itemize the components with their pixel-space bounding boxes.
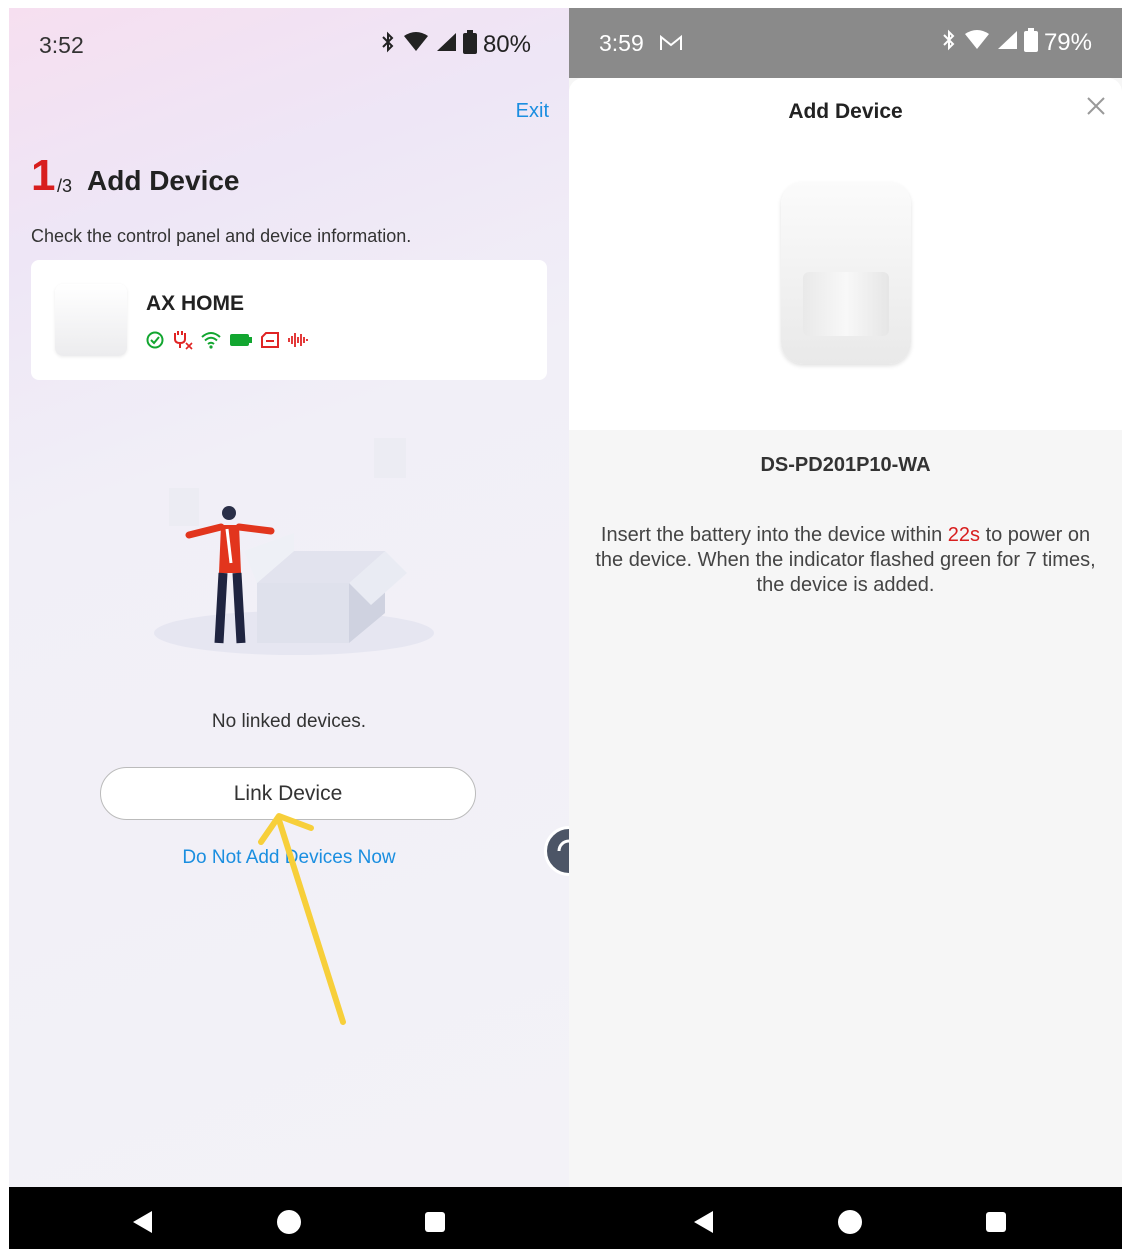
gmail-icon (659, 34, 683, 57)
sim-icon (260, 331, 280, 354)
bluetooth-icon (379, 31, 397, 59)
device-image-area (569, 150, 1122, 430)
power-off-icon (171, 330, 193, 355)
recents-icon[interactable] (986, 1212, 1006, 1232)
battery-icon (1023, 28, 1038, 58)
cell-signal-icon (435, 32, 457, 58)
page-title: Add Device (87, 165, 240, 196)
modal-header: Add Device (569, 78, 1122, 150)
annotation-arrow (258, 813, 346, 1025)
help-icon (557, 839, 569, 861)
battery-icon (229, 332, 253, 353)
home-icon[interactable] (277, 1210, 301, 1234)
status-time: 3:59 (599, 30, 644, 56)
floating-help-button[interactable] (544, 826, 569, 876)
status-time: 3:52 (39, 32, 84, 58)
right-screen: 3:59 79% Add Device DS-PD201P10-WA Inser… (569, 8, 1122, 1188)
countdown-seconds: 22s (947, 524, 981, 546)
empty-state-illustration (149, 433, 439, 673)
status-icons: 79% (940, 28, 1092, 58)
control-panel-image (55, 284, 127, 356)
control-panel-name: AX HOME (146, 292, 245, 315)
left-screen: 3:52 80% Exit 1 /3 Add Device Check the … (9, 8, 569, 1188)
exit-link[interactable]: Exit (516, 100, 549, 123)
bluetooth-icon (940, 29, 958, 57)
status-bar: 3:59 79% (569, 8, 1122, 78)
pir-detector-image (781, 182, 911, 364)
back-icon[interactable] (133, 1211, 152, 1233)
system-nav-bar (9, 1187, 1122, 1249)
wifi-icon (403, 32, 429, 58)
home-icon[interactable] (838, 1210, 862, 1234)
check-circle-icon (146, 331, 164, 354)
back-icon[interactable] (694, 1211, 713, 1233)
page-subtitle: Check the control panel and device infor… (31, 226, 412, 246)
wifi-icon (964, 30, 990, 56)
status-icons: 80% (379, 30, 531, 60)
modal-title: Add Device (788, 100, 903, 123)
battery-icon (462, 30, 477, 60)
close-icon (1087, 97, 1105, 115)
control-panel-status-row (146, 330, 309, 355)
recents-icon[interactable] (425, 1212, 445, 1232)
signal-wave-icon (287, 331, 309, 354)
cell-signal-icon (996, 30, 1018, 56)
control-panel-card[interactable]: AX HOME (31, 260, 547, 380)
detector-lens (803, 272, 889, 336)
battery-percent: 79% (1043, 29, 1092, 56)
close-button[interactable] (1084, 94, 1108, 124)
device-model: DS-PD201P10-WA (760, 454, 931, 476)
empty-state-text: No linked devices. (211, 711, 367, 732)
instruction-text: Insert the battery into the device withi… (593, 523, 1098, 598)
instruction-text-part: Insert the battery into the device withi… (600, 524, 948, 546)
battery-percent: 80% (482, 31, 531, 58)
wifi-icon (200, 331, 222, 354)
step-current: 1 (31, 151, 56, 200)
step-total: /3 (57, 176, 73, 196)
